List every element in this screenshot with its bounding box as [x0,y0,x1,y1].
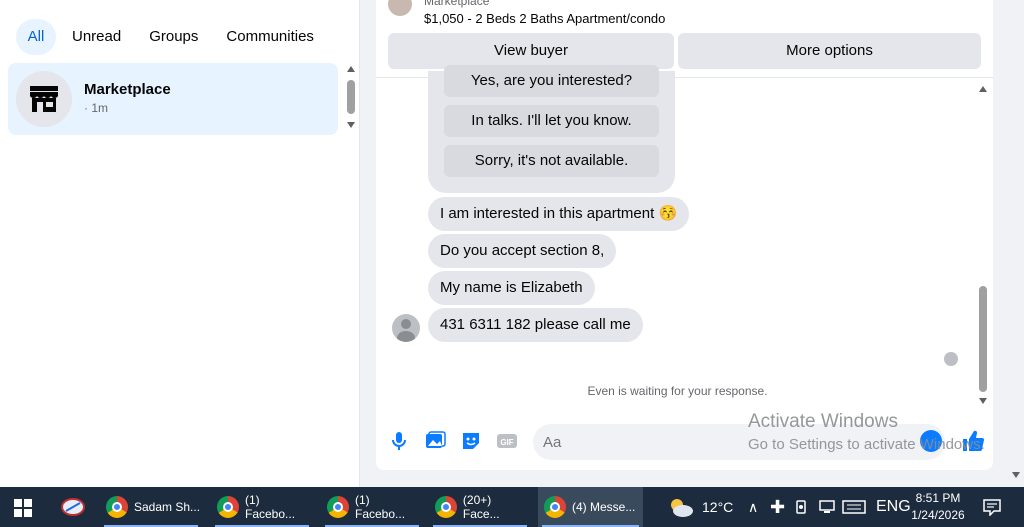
conversation-name: Marketplace [84,81,171,98]
page-scroll-down-icon[interactable] [1012,472,1020,478]
gif-icon[interactable]: GIF [496,430,518,452]
taskbar-app-chrome-1[interactable]: Sadam Sh... [100,487,202,527]
sender-avatar[interactable] [392,314,420,342]
chrome-icon [544,496,566,518]
windows-taskbar: Sadam Sh... (1) Facebo... (1) Facebo... … [0,487,1024,527]
message-thread: Yes, are you interested? In talks. I'll … [376,65,993,409]
meet-now-icon[interactable] [795,499,809,515]
taskbar-app-chrome-4[interactable]: (20+) Face... [429,487,531,527]
taskbar-app-messenger[interactable]: (4) Messe... [538,487,643,527]
filter-unread[interactable]: Unread [60,19,133,55]
taskbar-app-label: (4) Messe... [572,500,636,514]
taskbar-app-chrome-2[interactable]: (1) Facebo... [211,487,313,527]
emoji-icon[interactable] [920,430,942,452]
more-options-button[interactable]: More options [678,33,981,69]
notification-icon[interactable] [982,498,1002,516]
filter-groups[interactable]: Groups [137,19,210,55]
taskbar-app-chrome-3[interactable]: (1) Facebo... [321,487,423,527]
clock-date: 1/24/2026 [911,508,965,522]
message-bubble: I am interested in this apartment 😚 [428,197,690,231]
chat-list-pane: All Unread Groups Communities Marketplac… [0,0,360,487]
chat-list-scrollbar[interactable] [344,66,358,132]
windows-start-icon[interactable] [14,499,32,517]
scroll-up-icon[interactable] [347,66,355,72]
taskbar-app-label: (1) Facebo... [355,493,406,521]
scroll-up-icon[interactable] [979,86,987,92]
chat-scrollbar[interactable] [976,84,990,408]
weather-icon[interactable] [666,495,696,519]
chat-window: Marketplace $1,050 - 2 Beds 2 Baths Apar… [376,0,993,470]
seen-avatar-icon [944,352,958,366]
sticker-icon[interactable] [460,430,482,452]
chevron-up-icon[interactable]: ∧ [748,487,758,527]
weather-temp[interactable]: 12°C [702,487,733,527]
listing-source: Marketplace [424,0,490,8]
chrome-icon [217,496,239,518]
taskbar-app-label: Sadam Sh... [134,500,201,514]
marketplace-store-icon [16,71,72,127]
photo-icon[interactable] [424,430,446,452]
clock-time: 8:51 PM [915,491,961,505]
pinned-app-icon[interactable] [60,495,86,519]
message-bubble: 431 6311 182 please call me [428,308,643,342]
conversation-time: · 1m [84,101,108,115]
keyboard-icon[interactable] [842,499,866,515]
chrome-icon [106,496,128,518]
chrome-icon [327,496,349,518]
filter-all[interactable]: All [16,19,56,55]
scroll-thumb[interactable] [979,286,987,392]
scroll-down-icon[interactable] [979,398,987,404]
message-composer: GIF [376,420,993,464]
message-bubble: My name is Elizabeth [428,271,595,305]
message-input[interactable] [533,424,945,460]
listing-title[interactable]: $1,050 - 2 Beds 2 Baths Apartment/condo [424,11,665,26]
quick-replies-card: Yes, are you interested? In talks. I'll … [428,65,675,193]
system-clock[interactable]: 8:51 PM 1/24/2026 [905,490,971,524]
thumbs-up-icon[interactable] [960,428,986,454]
view-buyer-button[interactable]: View buyer [388,33,674,69]
conversation-item-marketplace[interactable]: Marketplace · 1m [8,63,338,135]
message-bubble: Do you accept section 8, [428,234,617,268]
quick-reply-button[interactable]: Yes, are you interested? [444,65,659,97]
microphone-icon[interactable] [388,430,410,452]
filter-chips: All Unread Groups Communities [16,19,330,55]
plus-icon[interactable]: ✚ [770,487,785,527]
quick-reply-button[interactable]: Sorry, it's not available. [444,145,659,177]
chrome-icon [435,496,457,518]
taskbar-app-label: (20+) Face... [462,493,500,521]
svg-text:GIF: GIF [500,438,513,447]
quick-reply-button[interactable]: In talks. I'll let you know. [444,105,659,137]
scroll-down-icon[interactable] [347,122,355,128]
taskbar-app-label: (1) Facebo... [245,493,296,521]
filter-communities[interactable]: Communities [214,19,326,55]
listing-thumbnail[interactable] [388,0,412,16]
scroll-thumb[interactable] [347,80,355,114]
waiting-status: Even is waiting for your response. [587,384,768,398]
network-icon[interactable] [818,499,836,515]
